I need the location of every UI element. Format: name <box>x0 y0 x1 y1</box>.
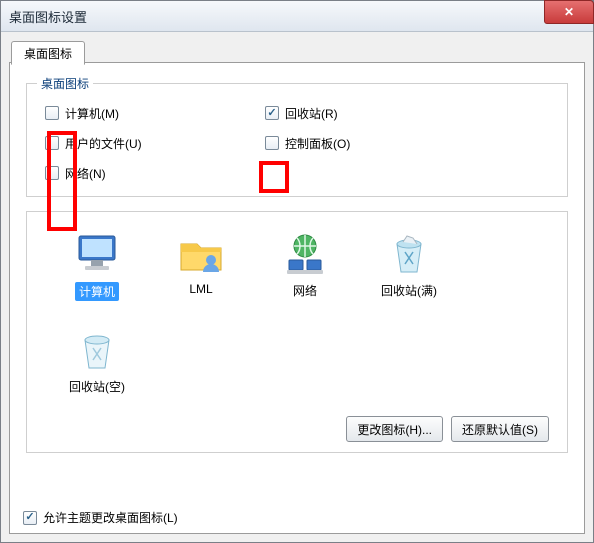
button-row: 更改图标(H)... 还原默认值(S) <box>346 416 549 442</box>
group-desktop-icons: 桌面图标 计算机(M) 回收站(R) <box>26 83 568 197</box>
checkbox-control[interactable] <box>265 136 279 150</box>
checkbox-recycle[interactable] <box>265 106 279 120</box>
button-label: 更改图标(H)... <box>357 421 432 438</box>
tab-page: 桌面图标 计算机(M) 回收站(R) <box>9 62 585 534</box>
close-icon: ✕ <box>564 5 574 19</box>
group-legend: 桌面图标 <box>37 75 93 92</box>
client-area: 桌面图标 桌面图标 计算机(M) 回收站(R) <box>9 39 585 534</box>
check-item-network[interactable]: 网络(N) <box>45 158 265 188</box>
dialog-window: 桌面图标设置 ✕ 桌面图标 桌面图标 计算机(M) <box>0 0 594 543</box>
restore-default-button[interactable]: 还原默认值(S) <box>451 416 549 442</box>
checkbox-theme[interactable] <box>23 511 37 525</box>
recycle-full-icon <box>385 230 433 278</box>
checkbox-label: 网络(N) <box>65 165 106 182</box>
check-item-control[interactable]: 控制面板(O) <box>265 128 350 158</box>
check-item-computer[interactable]: 计算机(M) <box>45 98 265 128</box>
checkbox-label: 允许主题更改桌面图标(L) <box>43 509 178 526</box>
icon-cell-recycle-empty[interactable]: 回收站(空) <box>45 322 149 418</box>
network-icon <box>281 230 329 278</box>
window-title: 桌面图标设置 <box>9 7 87 26</box>
icon-cell-network[interactable]: 网络 <box>253 226 357 322</box>
check-item-theme[interactable]: 允许主题更改桌面图标(L) <box>23 509 178 526</box>
checkbox-grid: 计算机(M) 回收站(R) 用户的文件(U) <box>45 98 549 188</box>
user-folder-icon <box>177 230 225 278</box>
icon-label: 计算机 <box>75 282 119 301</box>
icon-cell-computer[interactable]: 计算机 <box>45 226 149 322</box>
checkbox-label: 回收站(R) <box>285 105 338 122</box>
close-button[interactable]: ✕ <box>544 0 594 24</box>
tab-strip: 桌面图标 <box>9 39 585 63</box>
icon-label: 回收站(空) <box>69 378 125 395</box>
check-item-recycle[interactable]: 回收站(R) <box>265 98 338 128</box>
checkbox-label: 计算机(M) <box>65 105 119 122</box>
group-icon-preview: 计算机 LML <box>26 211 568 453</box>
icon-label: 回收站(满) <box>381 282 437 299</box>
tab-label: 桌面图标 <box>24 45 72 62</box>
icon-label: LML <box>189 282 212 296</box>
button-label: 还原默认值(S) <box>462 421 538 438</box>
icon-grid: 计算机 LML <box>45 226 549 418</box>
checkbox-computer[interactable] <box>45 106 59 120</box>
icon-label: 网络 <box>293 282 317 299</box>
checkbox-network[interactable] <box>45 166 59 180</box>
computer-icon <box>73 230 121 278</box>
checkbox-label: 用户的文件(U) <box>65 135 142 152</box>
change-icon-button[interactable]: 更改图标(H)... <box>346 416 443 442</box>
check-item-userfiles[interactable]: 用户的文件(U) <box>45 128 265 158</box>
icon-cell-lml[interactable]: LML <box>149 226 253 322</box>
recycle-empty-icon <box>73 326 121 374</box>
tab-desktop-icons[interactable]: 桌面图标 <box>11 41 85 65</box>
checkbox-label: 控制面板(O) <box>285 135 350 152</box>
icon-cell-recycle-full[interactable]: 回收站(满) <box>357 226 461 322</box>
title-bar: 桌面图标设置 ✕ <box>1 1 593 32</box>
checkbox-userfiles[interactable] <box>45 136 59 150</box>
